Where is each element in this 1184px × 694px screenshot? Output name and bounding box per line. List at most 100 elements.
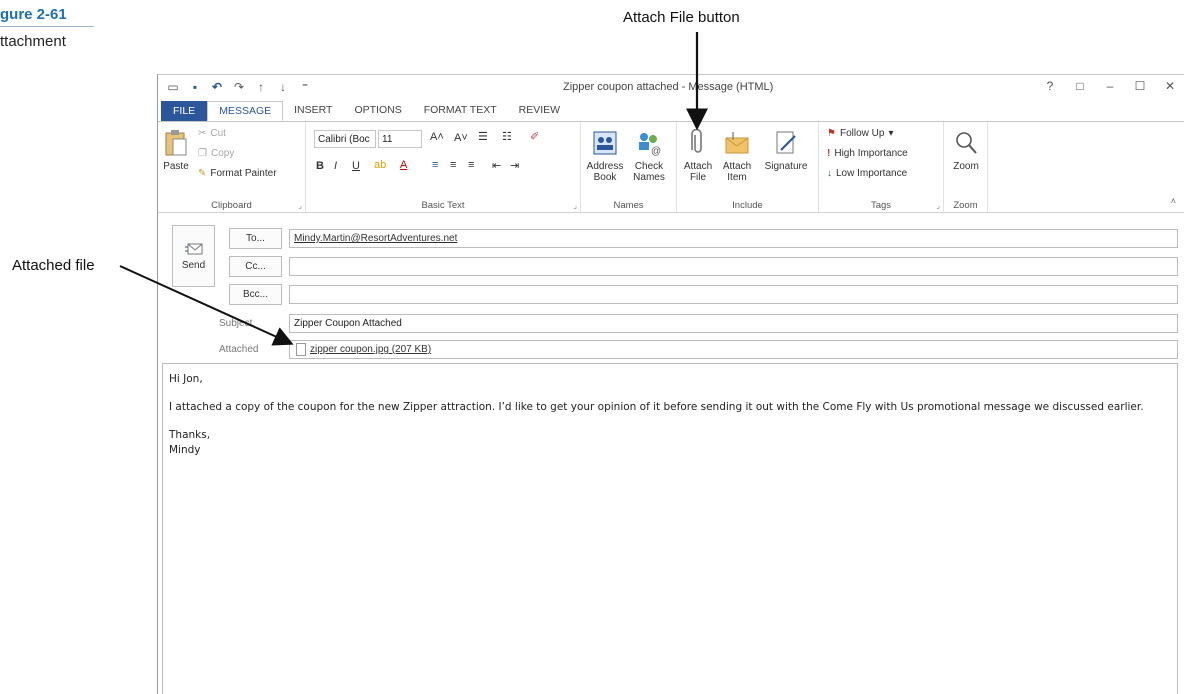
attachment-file[interactable]: zipper coupon.jpg (207 KB) [310,344,431,355]
check-names-icon: @ [635,128,663,158]
bullets-icon[interactable]: ☰ [478,130,488,143]
include-group: Attach File Attach Item Signature Includ… [677,122,819,214]
address-book-label: Address Book [586,161,624,183]
subject-label: Subject [219,318,253,329]
cc-button[interactable]: Cc... [229,256,282,277]
tags-group: ⚑ Follow Up ▾ ! High Importance ↓ Low Im… [819,122,944,214]
up-arrow-icon[interactable]: ↑ [252,78,270,96]
copy-icon: ❐ [198,148,207,159]
minimize-icon[interactable]: – [1102,79,1118,93]
to-field[interactable]: Mindy.Martin@ResortAdventures.net [289,229,1178,248]
save-icon[interactable]: ▪ [186,78,204,96]
subject-field[interactable]: Zipper Coupon Attached [289,314,1178,333]
figure-number: gure 2-61 [0,6,67,23]
file-icon [296,343,306,356]
message-icon[interactable]: ▭ [164,78,182,96]
underline-icon[interactable]: U [352,160,360,172]
collapse-ribbon-icon[interactable]: ˄ [1171,196,1176,206]
high-importance-button[interactable]: ! High Importance [827,148,908,159]
check-names-button[interactable]: @ Check Names [629,128,669,183]
clipboard-launcher-icon[interactable]: ⌟ [298,201,302,210]
maximize-icon[interactable]: ☐ [1132,79,1148,93]
tags-launcher-icon[interactable]: ⌟ [936,201,940,210]
tab-options[interactable]: OPTIONS [343,101,412,121]
signature-icon [772,128,800,158]
ribbon-display-icon[interactable]: □ [1072,79,1088,93]
tab-format-text[interactable]: FORMAT TEXT [413,101,508,121]
tab-message[interactable]: MESSAGE [207,101,284,121]
magnifier-icon [952,128,980,158]
close-icon[interactable]: ✕ [1162,79,1178,93]
title-bar: ▭ ▪ ↶ ↷ ↑ ↓ ⁼ Zipper coupon attached - M… [158,75,1184,101]
font-size-value: 11 [382,133,393,145]
paste-label: Paste [163,161,189,172]
undo-icon[interactable]: ↶ [208,78,226,96]
increase-indent-icon[interactable]: ⇥ [510,159,519,172]
chevron-down-icon: ▾ [888,128,894,139]
zoom-label-button: Zoom [953,161,979,172]
attached-label: Attached [219,344,259,355]
window-title: Zipper coupon attached - Message (HTML) [563,81,774,93]
font-color-icon[interactable]: A [400,159,407,171]
bold-icon[interactable]: B [316,160,324,172]
to-recipient[interactable]: Mindy.Martin@ResortAdventures.net [294,233,457,244]
font-name-combo[interactable]: Calibri (Boc [314,130,376,148]
attach-file-button[interactable]: Attach File [681,128,715,183]
zoom-button[interactable]: Zoom [948,128,984,172]
to-button-label: To... [246,233,265,244]
decrease-indent-icon[interactable]: ⇤ [492,159,501,172]
paste-button[interactable]: Paste [162,128,190,172]
align-right-icon[interactable]: ≡ [468,159,474,171]
basic-text-launcher-icon[interactable]: ⌟ [573,201,577,210]
tab-file[interactable]: FILE [161,101,208,121]
cc-field[interactable] [289,257,1178,276]
format-painter-label: Format Painter [210,168,277,179]
tags-label: Tags [870,200,892,211]
redo-icon[interactable]: ↷ [230,78,248,96]
clear-formatting-icon[interactable]: ✐ [530,130,539,143]
subject-value: Zipper Coupon Attached [294,318,402,329]
align-center-icon[interactable]: ≡ [450,159,456,171]
high-importance-label: High Importance [834,148,908,159]
highlight-icon[interactable]: ab [374,159,386,171]
attach-item-label: Attach Item [722,161,752,183]
shrink-font-icon[interactable]: A˅ [454,132,468,144]
low-importance-label: Low Importance [836,168,908,179]
format-painter-button[interactable]: ✎ Format Painter [198,168,277,179]
tab-insert[interactable]: INSERT [283,101,343,121]
tab-review[interactable]: REVIEW [508,101,571,121]
font-size-combo[interactable]: 11 [378,130,422,148]
message-body[interactable]: Hi Jon, I attached a copy of the coupon … [162,363,1178,694]
clipboard-label: Clipboard [211,200,252,211]
down-arrow-icon[interactable]: ↓ [274,78,292,96]
to-button[interactable]: To... [229,228,282,249]
numbering-icon[interactable]: ☷ [502,130,512,143]
copy-button[interactable]: ❐ Copy [198,148,234,159]
address-book-button[interactable]: Address Book [585,128,625,183]
help-icon[interactable]: ? [1042,79,1058,93]
follow-up-button[interactable]: ⚑ Follow Up ▾ [827,128,893,139]
attach-item-button[interactable]: Attach Item [717,128,757,183]
paperclip-icon [684,128,712,158]
italic-icon[interactable]: I [334,160,337,172]
paste-icon [162,128,190,158]
grow-font-icon[interactable]: A˄ [430,131,444,143]
clipboard-group: Paste ✂ Cut ❐ Copy ✎ Format Painter Clip… [158,122,306,214]
address-book-icon [591,128,619,158]
signature-label: Signature [764,161,808,172]
bcc-button[interactable]: Bcc... [229,284,282,305]
names-label: Names [613,200,644,211]
names-group: Address Book @ Check Names Names [581,122,677,214]
body-paragraph: I attached a copy of the coupon for the … [169,401,1144,413]
signature-button[interactable]: Signature [761,128,811,172]
low-importance-button[interactable]: ↓ Low Importance [827,168,907,179]
customize-qat-icon[interactable]: ⁼ [296,78,314,96]
basic-text-group: Calibri (Boc 11 A˄ A˅ ☰ ☷ ✐ B I U ab A ≡… [306,122,581,214]
cut-button[interactable]: ✂ Cut [198,128,226,139]
body-signature: Mindy [169,444,201,456]
bcc-field[interactable] [289,285,1178,304]
align-left-icon[interactable]: ≡ [432,159,438,171]
attach-file-label: Attach File [683,161,713,183]
send-button[interactable]: Send [172,225,215,287]
body-greeting: Hi Jon, [169,373,203,385]
